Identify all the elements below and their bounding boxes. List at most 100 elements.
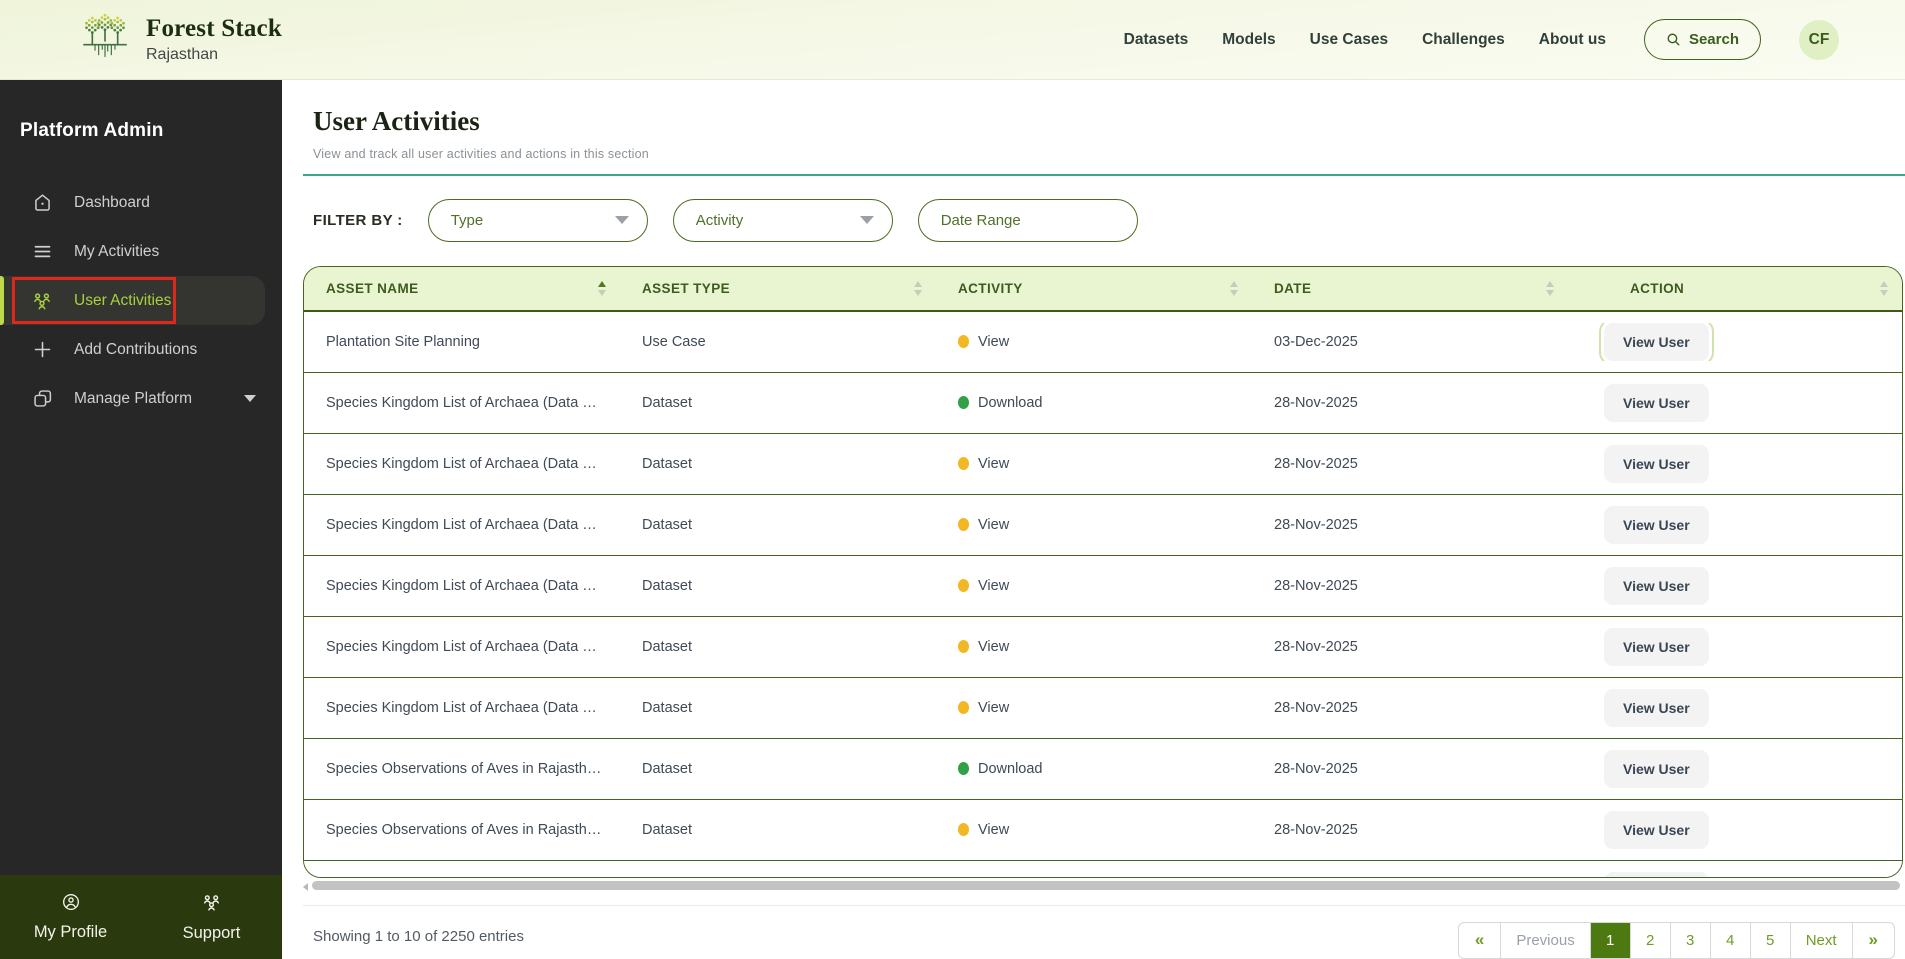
sort-arrows-icon[interactable] (598, 280, 606, 296)
filter-list: Type Activity Date Range (427, 198, 1138, 242)
sort-arrows-icon[interactable] (1880, 280, 1888, 296)
teal-divider (303, 174, 1905, 176)
action-cell: View User (1568, 322, 1902, 361)
search-button[interactable]: Search (1643, 19, 1761, 60)
nav-item[interactable]: About us (1539, 31, 1606, 49)
brand-text: Forest Stack Rajasthan (146, 15, 282, 64)
sidebar-footer-label: My Profile (33, 923, 108, 941)
plus-icon (31, 339, 53, 360)
table-row: Species Kingdom List of Archaea (Data … … (304, 433, 1902, 495)
activity-label: View (978, 577, 1010, 594)
filter-bar: FILTER BY : Type Activity Date Range (303, 198, 1905, 242)
activity-label: Download (978, 394, 1043, 411)
nav-item[interactable]: Use Cases (1310, 31, 1388, 49)
table-row: Species Observations of Aves in Rajasth…… (304, 799, 1902, 861)
search-icon (1666, 32, 1681, 47)
sidebar-item[interactable]: Dashboard (0, 178, 282, 227)
action-cell: View User (1568, 627, 1902, 666)
pagination-item[interactable]: 4 (1709, 923, 1750, 958)
activity-label: View (978, 516, 1010, 533)
pagination-item[interactable]: 3 (1669, 923, 1710, 958)
sidebar-footer-item[interactable]: Support (141, 875, 282, 959)
sidebar-item-label: User Activities (74, 291, 172, 309)
pagination-item[interactable]: Next (1789, 923, 1852, 958)
page-subtitle: View and track all user activities and a… (313, 147, 649, 161)
view-user-button[interactable]: View User (1599, 322, 1714, 361)
nav-item[interactable]: Challenges (1422, 31, 1505, 49)
filter-dropdown[interactable]: Activity (672, 198, 893, 242)
nav-item[interactable]: Models (1222, 31, 1275, 49)
forest-stack-logo-icon (76, 10, 134, 69)
sort-arrows-icon[interactable] (914, 280, 922, 296)
view-user-button[interactable]: View User (1604, 627, 1709, 666)
column-header[interactable]: ACTION (1568, 267, 1902, 310)
view-user-button[interactable]: View User (1604, 749, 1709, 788)
pagination-item[interactable]: 1 (1589, 923, 1630, 958)
sidebar-item[interactable]: My Activities (0, 227, 282, 276)
asset-type-cell: Dataset (642, 455, 692, 472)
pagination-item[interactable]: 5 (1749, 923, 1790, 958)
page-title: User Activities (313, 106, 480, 136)
asset-type-cell: Dataset (642, 516, 692, 533)
view-user-button[interactable]: View User (1604, 872, 1709, 877)
activity-cell: View (936, 578, 1252, 594)
activity-cell: View (936, 700, 1252, 716)
action-cell: View User (1568, 383, 1902, 422)
filter-dropdown[interactable]: Date Range (917, 198, 1138, 242)
asset-type-cell: Dataset (642, 821, 692, 838)
asset-name-cell: Species Kingdom List of Archaea (Data … (326, 394, 597, 411)
sidebar-item-label: Manage Platform (74, 389, 193, 407)
action-cell: View User (1568, 566, 1902, 605)
table-footer: Showing 1 to 10 of 2250 entries « Previo… (303, 922, 1905, 959)
layers-icon (31, 388, 53, 409)
action-cell: View User (1568, 688, 1902, 727)
nav-item[interactable]: Datasets (1124, 31, 1189, 49)
scrollbar-thumb[interactable] (312, 880, 1900, 890)
sort-arrows-icon[interactable] (1230, 280, 1238, 296)
activity-status-dot (958, 700, 969, 714)
sidebar-item[interactable]: Add Contributions (0, 325, 282, 374)
view-user-button[interactable]: View User (1604, 688, 1709, 727)
view-user-button[interactable]: View User (1604, 383, 1709, 422)
menu-icon (31, 241, 53, 262)
horizontal-scrollbar[interactable] (303, 880, 1903, 892)
asset-type-cell: Dataset (642, 699, 692, 716)
view-user-button[interactable]: View User (1604, 810, 1709, 849)
sort-arrows-icon[interactable] (1546, 280, 1554, 296)
sidebar-item[interactable]: User Activities (0, 276, 265, 325)
asset-type-cell: Dataset (642, 394, 692, 411)
main-content: User Activities View and track all user … (282, 80, 1905, 959)
chevron-down-icon (244, 395, 256, 402)
view-user-button[interactable]: View User (1604, 505, 1709, 544)
pagination-item[interactable]: Previous (1500, 923, 1589, 958)
user-avatar[interactable]: CF (1799, 19, 1839, 60)
asset-type-cell: Dataset (642, 577, 692, 594)
activity-cell: View (936, 456, 1252, 472)
activity-label: View (978, 638, 1010, 655)
view-user-button[interactable]: View User (1604, 566, 1709, 605)
pagination-item[interactable]: » (1851, 923, 1894, 958)
column-header-label: ACTION (1630, 280, 1685, 296)
pagination-item[interactable]: « (1459, 923, 1500, 958)
pagination-item[interactable]: 2 (1629, 923, 1670, 958)
asset-type-cell: Use Case (642, 333, 706, 350)
column-header[interactable]: ASSET TYPE (620, 267, 936, 310)
sidebar-footer-item[interactable]: My Profile (0, 875, 141, 959)
activity-status-dot (958, 395, 969, 409)
activity-label: View (978, 455, 1010, 472)
pagination: « Previous 1 2 3 4 5 Next » (1457, 922, 1895, 959)
search-label: Search (1688, 31, 1739, 48)
view-user-button[interactable]: View User (1604, 444, 1709, 483)
scrollbar-left-arrow-icon[interactable] (303, 882, 308, 891)
action-cell: View User (1568, 444, 1902, 483)
asset-name-cell: Species Kingdom List of Archaea (Data … (326, 516, 597, 533)
column-header[interactable]: ASSET NAME (304, 267, 620, 310)
table-row: Species Kingdom List of Archaea (Data … … (304, 494, 1902, 556)
sidebar-item[interactable]: Manage Platform (0, 374, 282, 423)
activity-cell: View (936, 517, 1252, 533)
column-header[interactable]: ACTIVITY (936, 267, 1252, 310)
column-header[interactable]: DATE (1252, 267, 1568, 310)
filter-dropdown[interactable]: Type (427, 198, 648, 242)
top-navigation: Datasets Models Use Cases Challenges Abo… (1124, 19, 1839, 60)
brand[interactable]: Forest Stack Rajasthan (76, 10, 282, 69)
